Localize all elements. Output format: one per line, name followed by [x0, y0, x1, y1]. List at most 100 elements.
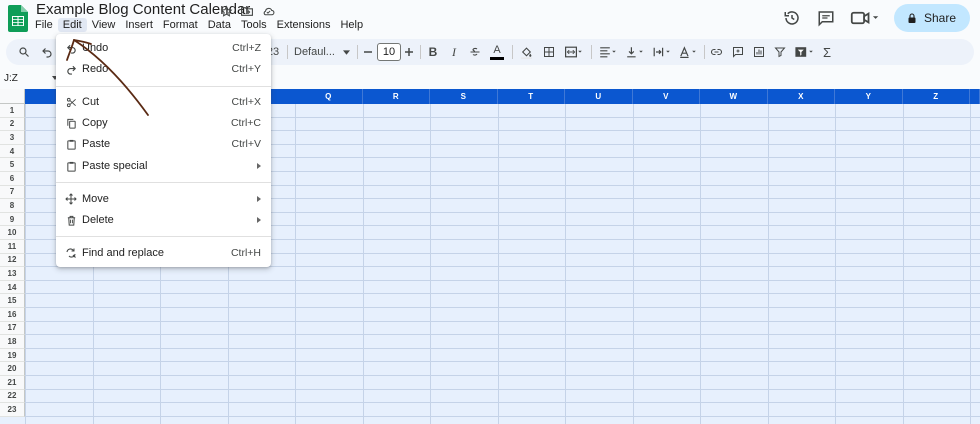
star-icon[interactable]: [218, 3, 234, 19]
search-menus-icon[interactable]: [16, 39, 32, 65]
row-header-19[interactable]: 19: [0, 348, 25, 363]
column-header-w[interactable]: W: [700, 89, 768, 104]
menu-file[interactable]: File: [30, 18, 58, 32]
column-header-r[interactable]: R: [362, 89, 430, 104]
copy-icon: [65, 117, 77, 129]
comments-icon[interactable]: [816, 8, 836, 28]
merge-cells-icon[interactable]: [562, 39, 586, 65]
column-header-y[interactable]: Y: [835, 89, 903, 104]
menu-item-shortcut: Ctrl+Y: [231, 63, 261, 75]
row-header-20[interactable]: 20: [0, 362, 25, 376]
select-all-corner[interactable]: [0, 89, 25, 104]
menu-item-redo[interactable]: Redo Ctrl+Y: [56, 59, 271, 79]
row-header-7[interactable]: 7: [0, 185, 25, 200]
grid-row-line: [25, 361, 980, 363]
font-size-input[interactable]: 10: [377, 43, 401, 61]
menu-view[interactable]: View: [87, 18, 121, 32]
column-header-s[interactable]: S: [430, 89, 498, 104]
sheets-logo-icon[interactable]: [8, 5, 28, 32]
meet-video-icon[interactable]: [850, 8, 880, 28]
row-header-4[interactable]: 4: [0, 144, 25, 159]
row-header-22[interactable]: 22: [0, 389, 25, 404]
row-header-12[interactable]: 12: [0, 253, 25, 268]
text-color-glyph: A: [493, 43, 501, 56]
row-header-1[interactable]: 1: [0, 104, 25, 118]
menu-tools[interactable]: Tools: [236, 18, 272, 32]
menu-help[interactable]: Help: [335, 18, 368, 32]
grid-column-line: [835, 104, 836, 424]
row-header-11[interactable]: 11: [0, 240, 25, 254]
menu-item-find-replace[interactable]: Find and replace Ctrl+H: [56, 243, 271, 263]
menu-item-undo[interactable]: Undo Ctrl+Z: [56, 38, 271, 58]
undo-toolbar-icon[interactable]: [39, 39, 55, 65]
column-header-x[interactable]: X: [767, 89, 835, 104]
vertical-align-icon[interactable]: [623, 39, 647, 65]
text-wrap-icon[interactable]: [650, 39, 674, 65]
column-header-q[interactable]: Q: [295, 89, 363, 104]
row-header-21[interactable]: 21: [0, 376, 25, 390]
font-family-select[interactable]: Defaul...: [294, 39, 352, 65]
insert-link-icon[interactable]: [708, 39, 724, 65]
filter-views-icon[interactable]: [792, 39, 818, 65]
menu-item-cut[interactable]: Cut Ctrl+X: [56, 92, 271, 112]
row-header-6[interactable]: 6: [0, 172, 25, 186]
row-header-16[interactable]: 16: [0, 308, 25, 322]
menu-item-paste-special[interactable]: Paste special: [56, 156, 271, 176]
cloud-status-icon[interactable]: [260, 3, 276, 19]
row-header-2[interactable]: 2: [0, 117, 25, 132]
filter-icon[interactable]: [772, 39, 788, 65]
row-header-17[interactable]: 17: [0, 321, 25, 336]
italic-button[interactable]: I: [447, 39, 461, 65]
row-header-10[interactable]: 10: [0, 226, 25, 240]
horizontal-align-icon[interactable]: [596, 39, 620, 65]
lock-icon: [908, 12, 916, 23]
row-header-15[interactable]: 15: [0, 294, 25, 308]
share-button[interactable]: Share: [893, 4, 970, 32]
row-header-8[interactable]: 8: [0, 199, 25, 213]
row-header-3[interactable]: 3: [0, 131, 25, 145]
menu-insert[interactable]: Insert: [120, 18, 158, 32]
row-header-14[interactable]: 14: [0, 280, 25, 295]
fill-color-icon[interactable]: [518, 39, 534, 65]
name-box[interactable]: J:Z: [4, 73, 18, 84]
functions-button[interactable]: Σ: [820, 39, 834, 65]
row-header-5[interactable]: 5: [0, 158, 25, 172]
menu-edit[interactable]: Edit: [57, 18, 87, 32]
row-header-18[interactable]: 18: [0, 335, 25, 349]
strikethrough-icon[interactable]: [468, 39, 482, 65]
menu-item-label: Cut: [82, 96, 100, 108]
grid-row-line: [25, 388, 980, 390]
menu-item-label: Copy: [82, 117, 108, 129]
column-header-v[interactable]: V: [632, 89, 700, 104]
row-header-13[interactable]: 13: [0, 267, 25, 281]
borders-icon[interactable]: [541, 39, 557, 65]
bold-button[interactable]: B: [426, 39, 440, 65]
increase-font-size-icon[interactable]: [403, 39, 415, 65]
menu-extensions[interactable]: Extensions: [272, 18, 336, 32]
insert-comment-icon[interactable]: [730, 39, 746, 65]
column-header-z[interactable]: Z: [902, 89, 970, 104]
menu-format[interactable]: Format: [158, 18, 203, 32]
column-header-u[interactable]: U: [565, 89, 633, 104]
text-rotation-icon[interactable]: [676, 39, 700, 65]
menu-item-label: Redo: [82, 63, 109, 75]
text-color-button[interactable]: A: [489, 39, 505, 65]
row-header-9[interactable]: 9: [0, 212, 25, 227]
decrease-font-size-icon[interactable]: [362, 39, 374, 65]
menu-data[interactable]: Data: [203, 18, 236, 32]
grid-column-line: [430, 104, 431, 424]
move-folder-icon[interactable]: [239, 3, 255, 19]
menu-item-copy[interactable]: Copy Ctrl+C: [56, 113, 271, 133]
menu-item-paste[interactable]: Paste Ctrl+V: [56, 134, 271, 154]
menu-item-move[interactable]: Move: [56, 189, 271, 209]
row-header-23[interactable]: 23: [0, 403, 25, 417]
menu-item-delete[interactable]: Delete: [56, 210, 271, 230]
insert-chart-icon[interactable]: [751, 39, 767, 65]
column-header-t[interactable]: T: [497, 89, 565, 104]
history-icon[interactable]: [782, 8, 802, 28]
move-arrows-icon: [65, 193, 77, 205]
grid-row-line: [25, 279, 980, 281]
menu-bar: File Edit View Insert Format Data Tools …: [30, 18, 368, 32]
grid-row-line: [25, 334, 980, 336]
menu-item-label: Paste: [82, 138, 111, 150]
